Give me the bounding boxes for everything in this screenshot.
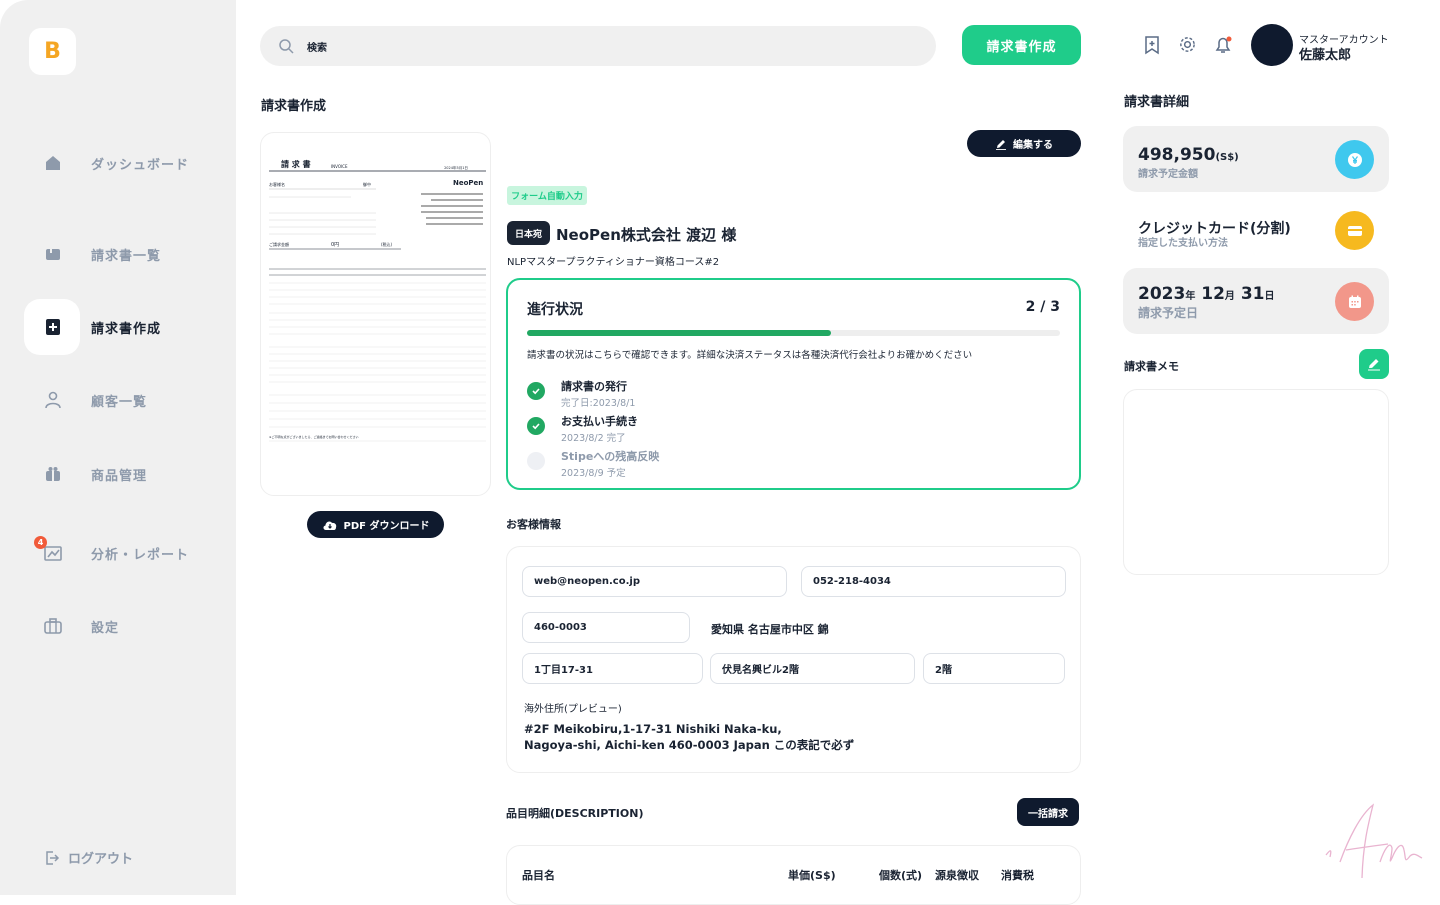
pdf-download-button[interactable]: PDF ダウンロード xyxy=(307,511,444,538)
customer-name: NeoPen株式会社 渡辺 様 xyxy=(556,226,737,244)
progress-bar xyxy=(527,330,1060,336)
logout-button[interactable]: ログアウト xyxy=(44,848,133,867)
invoice-preview-image: 請 求 書 INVOICE 2024年5月1日 NeoPen お客様名 御中 ご… xyxy=(269,159,486,442)
progress-bar-fill xyxy=(527,330,831,336)
svg-text:お客様名: お客様名 xyxy=(269,181,285,187)
sidebar-item-create-invoice[interactable]: 請求書作成 xyxy=(24,299,214,355)
create-invoice-button[interactable]: 請求書作成 xyxy=(962,25,1081,65)
prefecture-city: 愛知県 名古屋市中区 錦 xyxy=(711,623,829,636)
avatar[interactable] xyxy=(1251,24,1293,66)
items-table: 品目名 単価(S$) 個数(式) 源泉徴収 消費税 xyxy=(506,845,1081,905)
amount-card: 498,950(S$) 請求予定金額 xyxy=(1123,126,1389,192)
sidebar: B ダッシュボード 請求書一覧 請求書作成 顧客一覧 商品管理 分析・レポート … xyxy=(0,0,236,895)
calendar-icon xyxy=(1335,282,1374,321)
svg-text:※ご不明な点がございましたら、ご連絡までお問い合わせください: ※ご不明な点がございましたら、ご連絡までお問い合わせください xyxy=(269,434,359,439)
payment-method-card: クレジットカード(分割) 指定した支払い方法 xyxy=(1123,197,1389,263)
edit-button[interactable]: 編集する xyxy=(967,130,1081,157)
column-header: 単価(S$) xyxy=(788,869,836,882)
overseas-address: #2F Meikobiru,1-17-31 Nishiki Naka-ku, N… xyxy=(524,722,855,752)
svg-text:0円: 0円 xyxy=(331,242,339,248)
gift-icon xyxy=(42,463,64,485)
bell-icon[interactable] xyxy=(1213,35,1233,55)
svg-text:ご請求金額: ご請求金額 xyxy=(269,241,289,247)
customer-info-card: web@neopen.co.jp 052-218-4034 460-0003 愛… xyxy=(506,546,1081,773)
progress-card: 進行状況 2 / 3 請求書の状況はこちらで確認できます。詳細な決済ステータスは… xyxy=(506,278,1081,490)
logout-icon xyxy=(46,850,60,865)
customer-info-title: お客様情報 xyxy=(506,518,561,531)
items-title: 品目明細(DESCRIPTION) xyxy=(506,807,644,820)
add-document-icon xyxy=(42,316,64,338)
memo-edit-button[interactable] xyxy=(1359,349,1389,379)
user-icon xyxy=(42,389,64,411)
pencil-icon xyxy=(996,139,1006,150)
street-field[interactable]: 1丁目17-31 xyxy=(522,653,703,684)
progress-step: お支払い手続き 2023/8/2 完了 xyxy=(527,413,638,444)
phone-field[interactable]: 052-218-4034 xyxy=(801,566,1066,597)
progress-step: Stipeへの残高反映 2023/8/9 予定 xyxy=(527,448,659,479)
account-name: 佐藤太郎 xyxy=(1299,48,1352,63)
details-title: 請求書詳細 xyxy=(1124,95,1190,110)
memo-textarea[interactable] xyxy=(1123,389,1389,575)
postal-field[interactable]: 460-0003 xyxy=(522,612,690,643)
column-header: 消費税 xyxy=(1001,869,1034,882)
yen-icon xyxy=(1335,140,1374,179)
column-header: 個数(式) xyxy=(879,869,923,882)
folder-icon xyxy=(42,243,64,265)
progress-description: 請求書の状況はこちらで確認できます。詳細な決済ステータスは各種決済代行会社よりお… xyxy=(527,350,973,361)
destination-tag: 日本宛 xyxy=(507,221,550,245)
gear-icon[interactable] xyxy=(1178,35,1197,54)
pending-icon xyxy=(527,452,545,470)
memo-title: 請求書メモ xyxy=(1124,360,1179,373)
svg-text:INVOICE: INVOICE xyxy=(331,164,348,169)
progress-step: 請求書の発行 完了日:2023/8/1 xyxy=(527,378,635,409)
sidebar-item-analytics[interactable]: 分析・レポート xyxy=(24,525,214,581)
column-header: 源泉徴収 xyxy=(935,869,979,882)
svg-text:NeoPen: NeoPen xyxy=(453,179,483,187)
progress-count: 2 / 3 xyxy=(1025,299,1060,315)
progress-title: 進行状況 xyxy=(527,302,583,318)
search-icon xyxy=(279,39,294,54)
notification-badge: 4 xyxy=(34,536,47,549)
invoice-preview[interactable]: 請 求 書 INVOICE 2024年5月1日 NeoPen お客様名 御中 ご… xyxy=(260,132,491,496)
briefcase-icon xyxy=(42,615,64,637)
bookmark-icon[interactable] xyxy=(1143,35,1161,55)
pencil-icon xyxy=(1368,359,1380,371)
svg-text:御中: 御中 xyxy=(363,181,371,187)
check-icon xyxy=(527,382,545,400)
svg-text:2024年5月1日: 2024年5月1日 xyxy=(444,165,468,170)
course-name: NLPマスタープラクティショナー資格コース#2 xyxy=(507,257,720,268)
credit-card-icon xyxy=(1335,211,1374,250)
svg-text:請 求 書: 請 求 書 xyxy=(281,159,311,169)
svg-text:(税込): (税込) xyxy=(381,241,393,247)
overseas-address-label: 海外住所(プレビュー) xyxy=(524,704,622,715)
home-icon xyxy=(42,152,64,174)
sidebar-item-settings[interactable]: 設定 xyxy=(24,598,214,654)
check-icon xyxy=(527,417,545,435)
email-field[interactable]: web@neopen.co.jp xyxy=(522,566,787,597)
cloud-download-icon xyxy=(323,521,336,530)
app-logo[interactable]: B xyxy=(29,28,76,75)
search-bar[interactable]: 検索 xyxy=(260,26,936,66)
sidebar-item-invoice-list[interactable]: 請求書一覧 xyxy=(24,226,214,282)
floor-field[interactable]: 2階 xyxy=(923,653,1065,684)
column-header: 品目名 xyxy=(522,869,555,882)
sidebar-item-dashboard[interactable]: ダッシュボード xyxy=(24,135,214,191)
search-input[interactable]: 検索 xyxy=(307,39,327,54)
auto-fill-tag: フォーム自動入力 xyxy=(507,186,587,205)
signature-decoration xyxy=(1325,803,1423,879)
page-title: 請求書作成 xyxy=(261,99,327,114)
building-field[interactable]: 伏見名興ビル2階 xyxy=(710,653,915,684)
bulk-invoice-button[interactable]: 一括請求 xyxy=(1017,798,1079,826)
sidebar-item-products[interactable]: 商品管理 xyxy=(24,446,214,502)
sidebar-item-customers[interactable]: 顧客一覧 xyxy=(24,372,214,428)
due-date-card: 2023年 12月 31日 請求予定日 xyxy=(1123,268,1389,334)
